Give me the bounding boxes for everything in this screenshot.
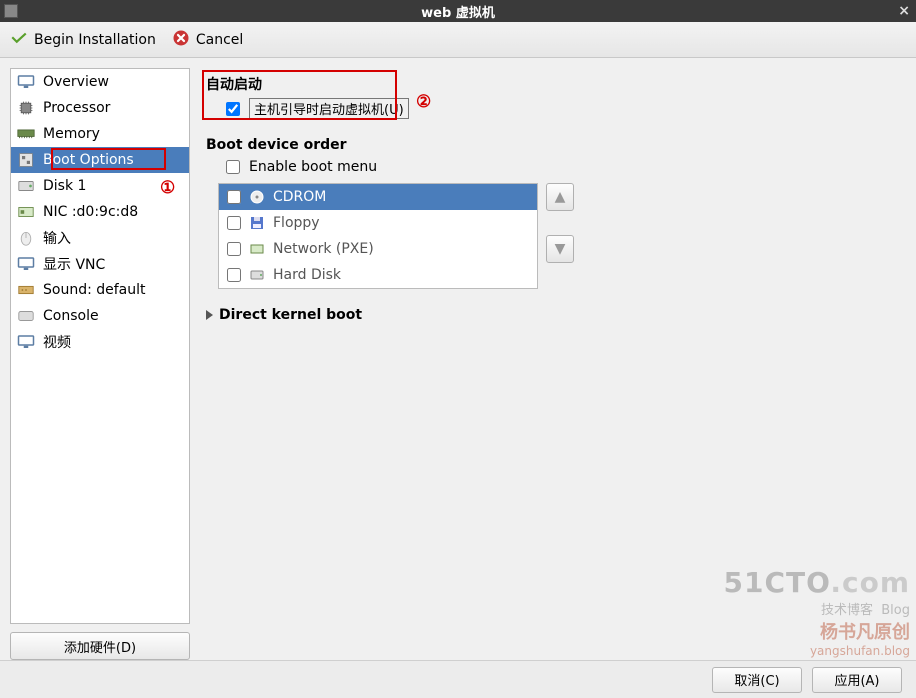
ram-icon: [17, 126, 35, 142]
sidebar-item-memory[interactable]: Memory: [11, 121, 189, 147]
monitor-icon: [17, 256, 35, 272]
sidebar-item-label: Overview: [43, 74, 109, 90]
sidebar-item-label: 输入: [43, 228, 71, 248]
sidebar-item-label: NIC :d0:9c:d8: [43, 204, 138, 220]
enable-boot-menu-label: Enable boot menu: [249, 159, 377, 175]
nic-icon: [17, 204, 35, 220]
boot-icon: [17, 152, 35, 168]
sidebar-item-overview[interactable]: Overview: [11, 69, 189, 95]
sidebar: Overview Processor Memory Boot Options D…: [10, 68, 190, 660]
sidebar-list: Overview Processor Memory Boot Options D…: [10, 68, 190, 624]
annotation-number-1: ①: [160, 178, 175, 198]
check-icon: [10, 29, 28, 51]
sidebar-item-processor[interactable]: Processor: [11, 95, 189, 121]
sidebar-item-label: 视频: [43, 332, 71, 352]
sidebar-item-boot-options[interactable]: Boot Options: [11, 147, 189, 173]
content-pane: 自动启动 主机引导时启动虚拟机(U) ② Boot device order E…: [200, 68, 906, 660]
footer: 取消(C) 应用(A): [0, 660, 916, 698]
hdd-icon: [249, 267, 265, 283]
close-icon[interactable]: ×: [898, 3, 910, 19]
sidebar-item-label: Processor: [43, 100, 110, 116]
apply-button[interactable]: 应用(A): [812, 667, 902, 693]
sidebar-item-label: Memory: [43, 126, 100, 142]
sidebar-item-input[interactable]: 输入: [11, 225, 189, 251]
sidebar-item-video[interactable]: 视频: [11, 329, 189, 355]
boot-device-label: Hard Disk: [273, 267, 341, 283]
boot-device-label: CDROM: [273, 189, 326, 205]
mouse-icon: [17, 230, 35, 246]
enable-boot-menu-checkbox[interactable]: [226, 160, 240, 174]
toolbar: Begin Installation Cancel: [0, 22, 916, 58]
boot-device-checkbox[interactable]: [227, 190, 241, 204]
autostart-title: 自动启动: [206, 74, 900, 94]
boot-device-checkbox[interactable]: [227, 268, 241, 282]
boot-device-checkbox[interactable]: [227, 242, 241, 256]
cpu-icon: [17, 100, 35, 116]
boot-device-list[interactable]: CDROM Floppy Network (PXE): [218, 183, 538, 289]
boot-order-group: Boot device order Enable boot menu CDROM…: [206, 137, 900, 289]
cancel-button[interactable]: 取消(C): [712, 667, 802, 693]
annotation-number-2: ②: [416, 92, 431, 112]
add-hardware-button[interactable]: 添加硬件(D): [10, 632, 190, 660]
sidebar-item-label: 显示 VNC: [43, 254, 105, 274]
console-icon: [17, 308, 35, 324]
sidebar-item-sound[interactable]: Sound: default: [11, 277, 189, 303]
sound-icon: [17, 282, 35, 298]
sidebar-item-label: Console: [43, 308, 99, 324]
cancel-toolbar-label: Cancel: [196, 32, 243, 48]
sidebar-item-label: Boot Options: [43, 152, 134, 168]
monitor-icon: [17, 334, 35, 350]
boot-device-checkbox[interactable]: [227, 216, 241, 230]
monitor-icon: [17, 74, 35, 90]
boot-order-title: Boot device order: [206, 137, 900, 153]
boot-device-row-network[interactable]: Network (PXE): [219, 236, 537, 262]
direct-kernel-boot-label: Direct kernel boot: [219, 307, 362, 323]
app-icon: [4, 4, 18, 18]
begin-installation-button[interactable]: Begin Installation: [10, 29, 156, 51]
move-up-button[interactable]: ▲: [546, 183, 574, 211]
cdrom-icon: [249, 189, 265, 205]
autostart-checkbox-label[interactable]: 主机引导时启动虚拟机(U): [249, 98, 409, 119]
boot-device-row-cdrom[interactable]: CDROM: [219, 184, 537, 210]
cancel-toolbar-button[interactable]: Cancel: [172, 29, 243, 51]
sidebar-item-display[interactable]: 显示 VNC: [11, 251, 189, 277]
autostart-group: 自动启动 主机引导时启动虚拟机(U) ②: [206, 74, 900, 119]
autostart-checkbox[interactable]: [226, 102, 240, 116]
nic-icon: [249, 241, 265, 257]
boot-device-label: Floppy: [273, 215, 320, 231]
boot-device-label: Network (PXE): [273, 241, 374, 257]
floppy-icon: [249, 215, 265, 231]
sidebar-item-label: Sound: default: [43, 282, 146, 298]
move-down-button[interactable]: ▼: [546, 235, 574, 263]
boot-device-row-floppy[interactable]: Floppy: [219, 210, 537, 236]
sidebar-item-label: Disk 1: [43, 178, 86, 194]
window-title: web 虚拟机: [421, 2, 495, 21]
sidebar-item-nic[interactable]: NIC :d0:9c:d8: [11, 199, 189, 225]
cancel-icon: [172, 29, 190, 51]
arrow-up-icon: ▲: [555, 189, 566, 205]
arrow-down-icon: ▼: [555, 241, 566, 257]
disk-icon: [17, 178, 35, 194]
direct-kernel-boot-expander[interactable]: Direct kernel boot: [206, 307, 900, 323]
triangle-right-icon: [206, 310, 213, 320]
sidebar-item-console[interactable]: Console: [11, 303, 189, 329]
boot-device-row-harddisk[interactable]: Hard Disk: [219, 262, 537, 288]
window-titlebar: web 虚拟机 ×: [0, 0, 916, 22]
begin-installation-label: Begin Installation: [34, 32, 156, 48]
